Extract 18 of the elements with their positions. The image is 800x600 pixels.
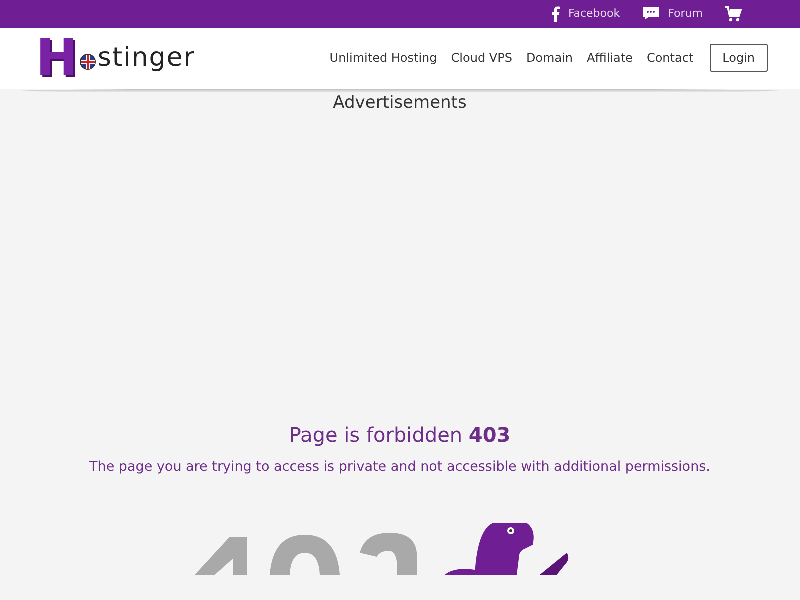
- nav-link[interactable]: Affiliate: [587, 51, 633, 66]
- cart-link[interactable]: [725, 6, 742, 22]
- flag-icon: [80, 54, 96, 70]
- speech-bubble-icon: [642, 6, 660, 22]
- top-link[interactable]: Facebook: [551, 6, 620, 22]
- facebook-icon: [551, 6, 560, 22]
- logo-text: stinger: [98, 43, 196, 74]
- error-title: Page is forbidden 403: [288, 423, 512, 448]
- logo-letter: H: [36, 33, 78, 84]
- top-link[interactable]: Forum: [642, 6, 703, 22]
- nav-link[interactable]: Cloud VPS: [451, 51, 512, 66]
- nav-link[interactable]: Unlimited Hosting: [330, 51, 438, 66]
- nav-link[interactable]: Domain: [526, 51, 574, 66]
- login-button[interactable]: Login: [710, 44, 768, 72]
- error-message: The page you are trying to access is private and not accessible with additional permissions.: [88, 459, 712, 476]
- ads-heading: Advertisements: [332, 93, 468, 114]
- cart-icon: [725, 6, 742, 22]
- nav-link[interactable]: Contact: [646, 51, 694, 66]
